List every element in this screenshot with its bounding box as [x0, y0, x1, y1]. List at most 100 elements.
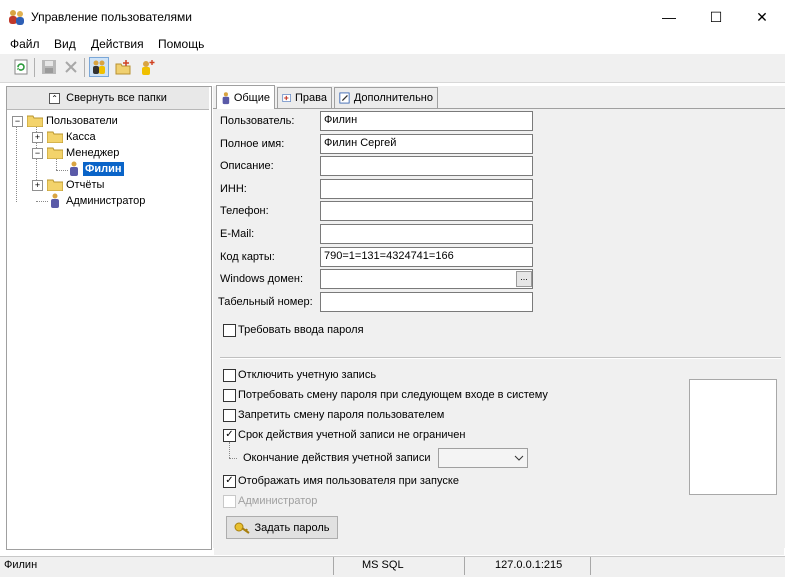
tab-additional[interactable]: Дополнительно [334, 87, 438, 108]
close-button[interactable]: ✕ [739, 0, 785, 34]
unlimited-account-label: Срок действия учетной записи не ограниче… [238, 429, 466, 441]
tree-line [229, 458, 237, 459]
tree-expander-kassa[interactable]: + [32, 132, 43, 143]
minimize-button[interactable]: — [646, 0, 692, 34]
new-user-icon [142, 60, 155, 75]
refresh-button[interactable] [11, 57, 31, 77]
menu-help[interactable]: Помощь [158, 37, 204, 51]
folder-icon [47, 131, 63, 143]
collapse-icon: ⌃ [49, 92, 61, 104]
save-button[interactable] [39, 57, 59, 77]
tab-general-label: Общие [233, 91, 270, 104]
close-icon: ✕ [756, 8, 768, 25]
admin-checkbox[interactable] [223, 495, 236, 508]
disable-account-label: Отключить учетную запись [238, 369, 377, 381]
tree-line [56, 170, 68, 171]
show-name-checkbox[interactable]: ✓ [223, 475, 236, 488]
rights-icon [282, 94, 291, 102]
new-folder-icon [115, 60, 131, 75]
fullname-label: Полное имя: [220, 138, 285, 150]
description-label: Описание: [220, 160, 274, 172]
tree-item-manager[interactable]: Менеджер [66, 147, 119, 159]
menu-file[interactable]: Файл [10, 37, 40, 51]
chevron-down-icon [514, 455, 524, 461]
tree-expander-root[interactable]: − [12, 116, 23, 127]
users-app-icon [9, 10, 24, 25]
delete-button[interactable] [61, 57, 81, 77]
window-title: Управление пользователями [31, 10, 192, 24]
users-button[interactable] [89, 57, 109, 77]
save-icon [42, 60, 56, 74]
edit-icon [339, 92, 350, 104]
email-field[interactable] [320, 224, 533, 244]
require-password-checkbox[interactable] [223, 324, 236, 337]
tree-item-admin[interactable]: Администратор [66, 195, 145, 207]
require-password-label: Требовать ввода пароля [238, 324, 364, 336]
tree-line [36, 201, 48, 202]
domain-browse-button[interactable]: ... [516, 271, 532, 287]
refresh-icon [14, 59, 28, 75]
folder-open-icon [27, 115, 43, 127]
user-icon [222, 91, 230, 104]
tree-line [16, 126, 17, 202]
set-password-label: Задать пароль [254, 521, 330, 534]
windows-domain-field[interactable] [320, 269, 533, 289]
tree-item-kassa[interactable]: Касса [66, 131, 96, 143]
fullname-field[interactable]: Филин Сергей [320, 134, 533, 154]
user-photo-box[interactable] [689, 379, 777, 495]
status-server: 127.0.0.1:215 [495, 559, 563, 571]
status-user: Филин [4, 559, 38, 571]
require-change-checkbox[interactable] [223, 389, 236, 402]
tab-additional-label: Дополнительно [353, 92, 433, 104]
tree-item-users[interactable]: Пользователи [46, 115, 118, 127]
require-change-label: Потребовать смену пароля при следующем в… [238, 389, 548, 401]
menu-actions[interactable]: Действия [91, 37, 144, 51]
status-separator [590, 557, 591, 575]
user-icon [51, 193, 59, 208]
card-code-field[interactable]: 790=1=131=4324741=166 [320, 247, 533, 267]
divider [220, 357, 781, 359]
status-database: MS SQL [362, 559, 404, 571]
menu-view[interactable]: Вид [54, 37, 76, 51]
windows-domain-label: Windows домен: [220, 273, 304, 285]
description-field[interactable] [320, 156, 533, 176]
delete-icon [65, 61, 77, 73]
new-folder-button[interactable] [113, 57, 133, 77]
inn-field[interactable] [320, 179, 533, 199]
tree-item-filin[interactable]: Филин [83, 162, 124, 176]
folder-icon [47, 179, 63, 191]
toolbar-separator [84, 58, 85, 77]
expiry-date-select[interactable] [438, 448, 528, 468]
phone-field[interactable] [320, 201, 533, 221]
tabnum-label: Табельный номер: [218, 296, 313, 308]
inn-label: ИНН: [220, 183, 247, 195]
disable-account-checkbox[interactable] [223, 369, 236, 382]
user-icon [70, 161, 78, 176]
tab-general[interactable]: Общие [216, 85, 275, 109]
tree-item-reports[interactable]: Отчёты [66, 179, 104, 191]
folder-open-icon [47, 147, 63, 159]
new-user-button[interactable] [137, 57, 157, 77]
admin-label: Администратор [238, 495, 318, 507]
phone-label: Телефон: [220, 205, 269, 217]
toolbar-separator [34, 58, 35, 77]
users-icon [93, 60, 105, 74]
forbid-change-checkbox[interactable] [223, 409, 236, 422]
show-name-label: Отображать имя пользователя при запуске [238, 475, 459, 487]
tab-rights[interactable]: Права [277, 87, 332, 108]
status-separator [464, 557, 465, 575]
card-code-label: Код карты: [220, 251, 275, 263]
tree-expander-reports[interactable]: + [32, 180, 43, 191]
set-password-button[interactable]: Задать пароль [226, 516, 338, 539]
maximize-button[interactable]: ☐ [693, 0, 739, 34]
collapse-all-button[interactable]: ⌃ Свернуть все папки [7, 87, 209, 110]
tree-expander-manager[interactable]: − [32, 148, 43, 159]
tab-rights-label: Права [295, 92, 327, 104]
unlimited-account-checkbox[interactable]: ✓ [223, 429, 236, 442]
collapse-label: Свернуть все папки [66, 92, 167, 104]
tabnum-field[interactable] [320, 292, 533, 312]
email-label: E-Mail: [220, 228, 255, 240]
user-field[interactable]: Филин [320, 111, 533, 131]
status-separator [333, 557, 334, 575]
maximize-icon: ☐ [709, 8, 723, 25]
